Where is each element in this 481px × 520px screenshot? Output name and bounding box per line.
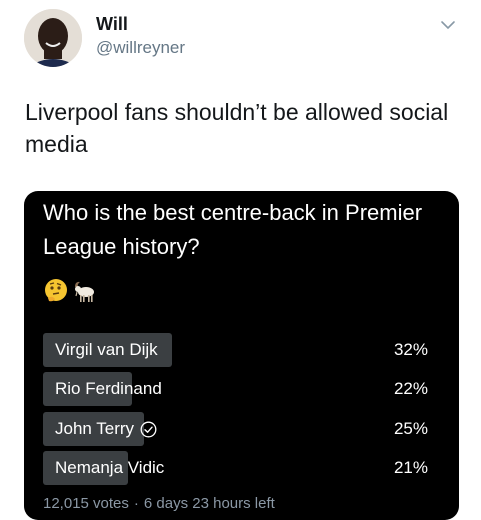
tweet-text: Liverpool fans shouldn’t be allowed soci… [25, 99, 449, 157]
avatar[interactable] [24, 9, 82, 67]
check-circle-icon [140, 421, 157, 437]
poll-option[interactable]: Virgil van Dijk 32% [43, 333, 440, 367]
poll-meta: 12,015 votes · 6 days 23 hours left [43, 495, 275, 512]
poll-votes: 12,015 votes [43, 495, 129, 512]
poll-option[interactable]: Rio Ferdinand 22% [43, 372, 440, 406]
poll-option-percent: 25% [393, 419, 428, 438]
poll-option-label: Virgil van Dijk [55, 340, 158, 359]
poll-option-percent: 21% [393, 458, 428, 477]
poll-question: Who is the best centre-back in Premier L… [43, 200, 423, 259]
poll-option-percent: 32% [393, 340, 428, 359]
poll-option-label: John Terry [55, 419, 135, 438]
poll-option-percent: 22% [393, 379, 428, 398]
poll-option-label: Rio Ferdinand [55, 379, 162, 398]
poll-option-label: Nemanja Vidic [55, 458, 165, 477]
poll-option[interactable]: Nemanja Vidic 21% [43, 451, 440, 485]
goat-icon [75, 281, 94, 302]
poll-option[interactable]: John Terry 25% [43, 412, 440, 446]
thinking-face-icon [45, 279, 67, 302]
poll-emojis [43, 278, 97, 306]
poll-card: Who is the best centre-back in Premier L… [24, 191, 459, 520]
poll-time-left: 6 days 23 hours left [143, 495, 275, 512]
author-handle[interactable]: @willreyner [96, 38, 185, 58]
chevron-down-icon[interactable] [440, 18, 456, 32]
author-name[interactable]: Will [96, 14, 128, 35]
